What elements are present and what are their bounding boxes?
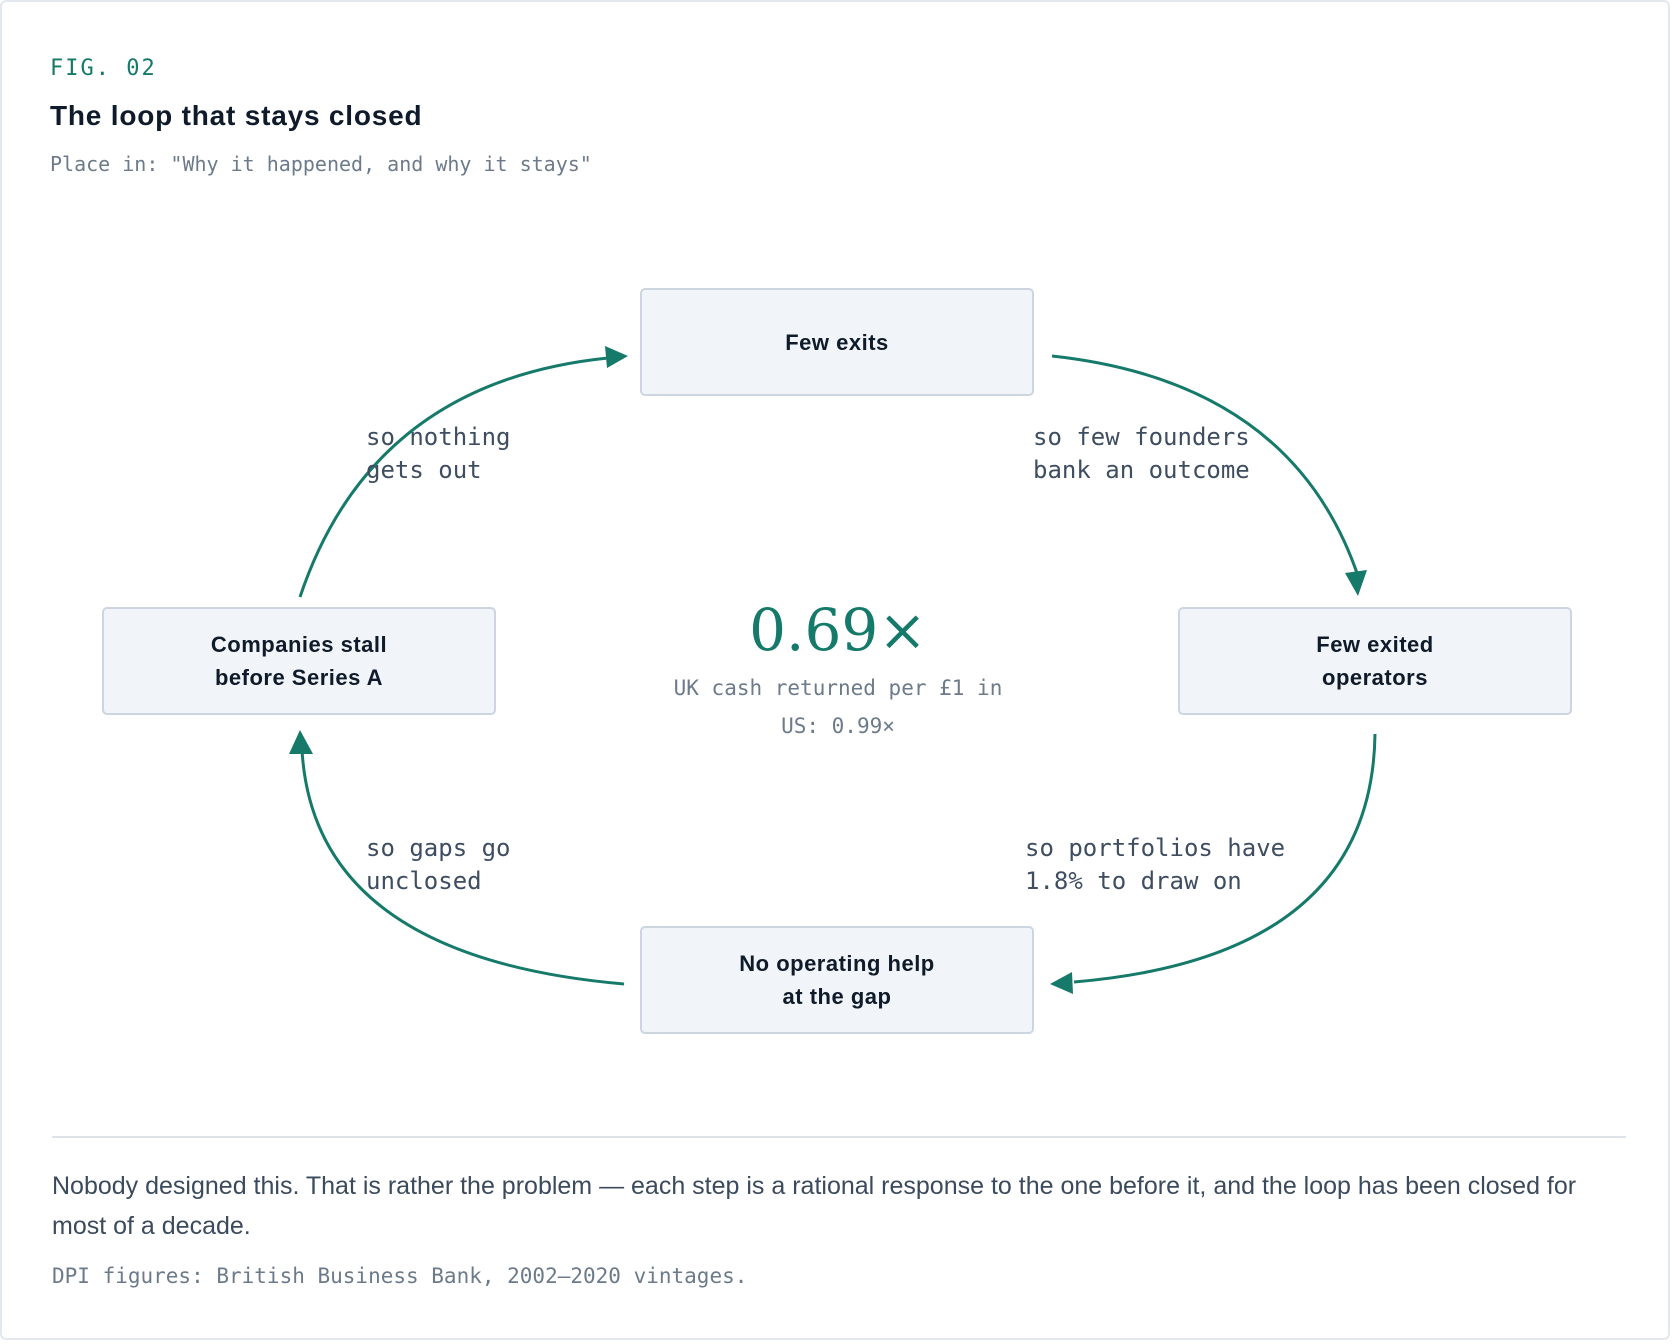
arrowhead-bottom-to-left [289, 730, 313, 754]
edge-label-left-top: so nothing gets out [366, 423, 511, 484]
center-metric-caption: UK cash returned per £1 in [673, 676, 1003, 700]
node-label: Few exits [785, 329, 889, 355]
arrowhead-left-to-top [605, 346, 628, 368]
edge-label-right-bottom: so portfolios have 1.8% to draw on [1025, 834, 1286, 895]
node-no-operating-help: No operating help at the gap [640, 926, 1034, 1034]
footer-note: Nobody designed this. That is rather the… [52, 1172, 1577, 1240]
node-label: Companies stall before Series A [210, 632, 388, 690]
source-credit: DPI figures: British Business Bank, 2002… [52, 1264, 748, 1288]
arrowhead-top-to-right [1345, 570, 1367, 596]
edge-label-bottom-left: so gaps go unclosed [366, 834, 511, 895]
arrowhead-right-to-bottom [1050, 972, 1073, 994]
node-label: No operating help at the gap [739, 951, 935, 1009]
edge-label-top-right: so few founders bank an outcome [1033, 423, 1250, 484]
node-few-exits: Few exits [640, 288, 1034, 396]
node-label: Few exited operators [1316, 632, 1434, 690]
center-metric-value: 0.69× [749, 596, 927, 664]
node-companies-stall: Companies stall before Series A [102, 607, 496, 715]
center-metric-comparison: US: 0.99× [781, 714, 895, 738]
figure-card: FIG. 02 The loop that stays closed Place… [0, 0, 1670, 1340]
footer-divider [52, 1136, 1626, 1138]
node-few-exited-operators: Few exited operators [1178, 607, 1572, 715]
